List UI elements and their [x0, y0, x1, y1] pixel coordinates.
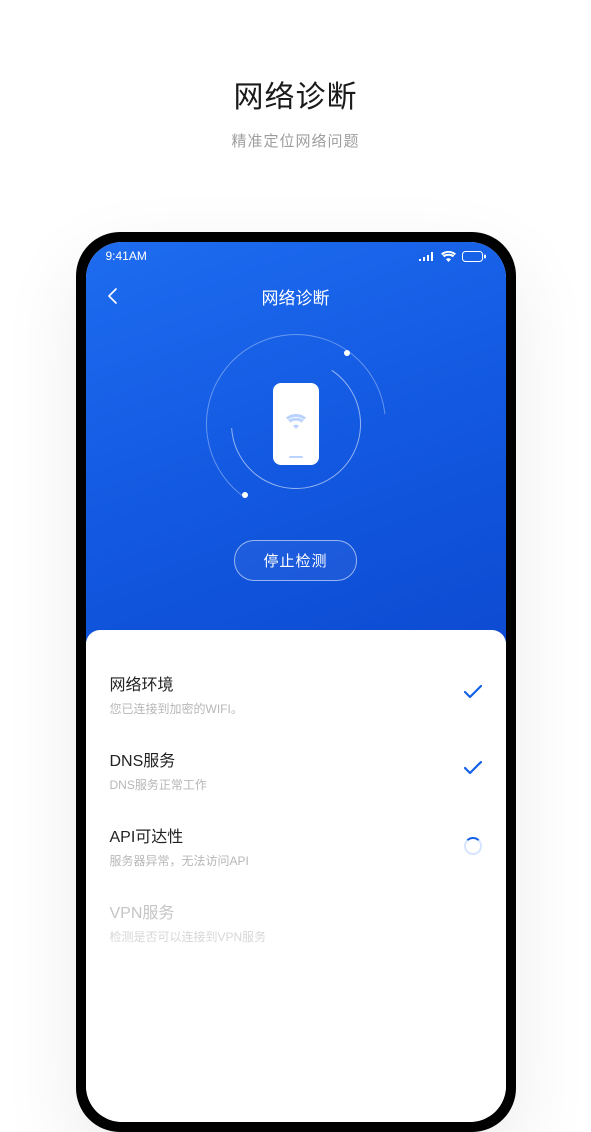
- signal-icon: [419, 251, 435, 261]
- battery-icon: [462, 251, 486, 262]
- app-title: 网络诊断: [262, 284, 330, 309]
- result-row-api: API可达性 服务器异常，无法访问API: [110, 808, 482, 884]
- result-desc: 您已连接到加密的WIFI。: [110, 700, 464, 717]
- result-title: DNS服务: [110, 747, 464, 771]
- promo-title: 网络诊断: [0, 72, 591, 116]
- promo-header: 网络诊断 精准定位网络问题: [0, 0, 591, 151]
- spinner-icon: [464, 837, 482, 855]
- hero-section: 网络诊断 停止检测: [86, 242, 506, 642]
- check-icon: [464, 761, 482, 780]
- app-bar: 网络诊断: [86, 274, 506, 318]
- status-time: 9:41AM: [106, 249, 147, 263]
- chevron-left-icon: [107, 288, 117, 304]
- wifi-device-icon: [286, 414, 306, 434]
- back-button[interactable]: [100, 284, 124, 308]
- scan-animation: [206, 334, 386, 514]
- result-title: VPN服务: [110, 899, 482, 923]
- result-title: API可达性: [110, 823, 464, 847]
- phone-device-icon: [273, 383, 319, 465]
- phone-screen: 9:41AM 网络诊断: [86, 242, 506, 1122]
- result-desc: 检测是否可以连接到VPN服务: [110, 928, 482, 945]
- status-bar: 9:41AM: [86, 242, 506, 270]
- result-desc: DNS服务正常工作: [110, 776, 464, 793]
- results-card: 网络环境 您已连接到加密的WIFI。 DNS服务 DNS服务正常工作 API: [86, 630, 506, 1122]
- check-icon: [464, 685, 482, 704]
- wifi-icon: [441, 251, 456, 262]
- phone-frame: 9:41AM 网络诊断: [76, 232, 516, 1132]
- stop-detection-button[interactable]: 停止检测: [234, 540, 356, 581]
- promo-subtitle: 精准定位网络问题: [0, 130, 591, 151]
- result-row-network-env: 网络环境 您已连接到加密的WIFI。: [110, 656, 482, 732]
- result-title: 网络环境: [110, 671, 464, 695]
- result-desc: 服务器异常，无法访问API: [110, 852, 464, 869]
- result-row-vpn: VPN服务 检测是否可以连接到VPN服务: [110, 884, 482, 960]
- result-row-dns: DNS服务 DNS服务正常工作: [110, 732, 482, 808]
